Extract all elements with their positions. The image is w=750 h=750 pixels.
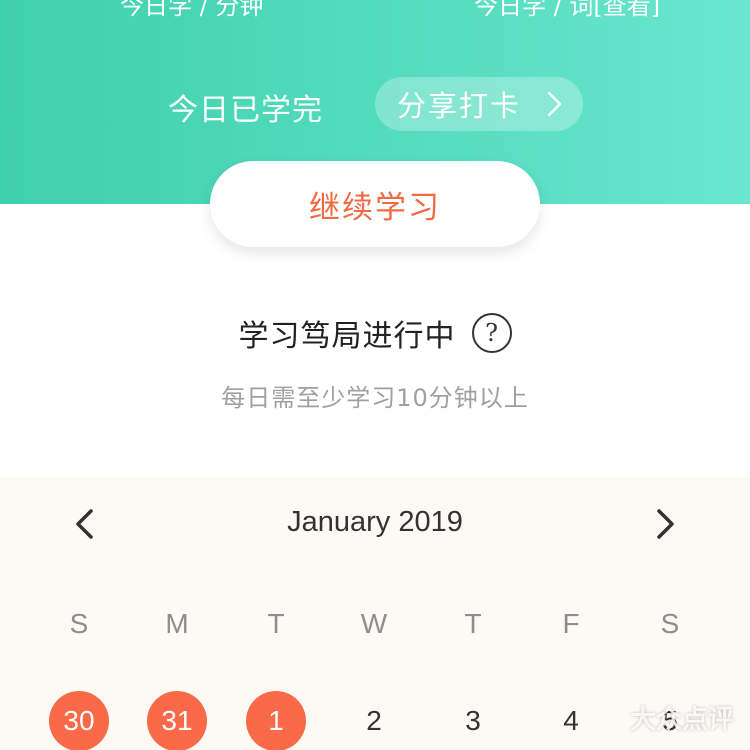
stats-row: 今日学 / 分钟 今日学 / 词[查看] xyxy=(0,0,750,20)
calendar-day[interactable]: 4 xyxy=(541,691,601,750)
chevron-right-icon xyxy=(547,91,562,117)
weekday-label: S xyxy=(69,608,89,639)
weekday-label: F xyxy=(562,608,580,639)
calendar-nav: January 2019 xyxy=(0,502,750,546)
weekday-header-row: S M T W T F S xyxy=(0,594,750,644)
share-checkin-label: 分享打卡 xyxy=(397,89,522,123)
today-words-stat[interactable]: 今日学 / 词[查看] xyxy=(474,0,660,21)
help-icon[interactable]: ? xyxy=(471,313,512,353)
done-row: 今日已学完 分享打卡 xyxy=(0,77,750,131)
streak-status-row: 学习笃局进行中 ? xyxy=(0,310,750,356)
done-label: 今日已学完 xyxy=(168,93,323,128)
continue-learning-button[interactable]: 继续学习 xyxy=(210,161,540,247)
weekday-label: W xyxy=(360,608,388,639)
weekday-label: T xyxy=(267,608,285,639)
today-minutes-stat: 今日学 / 分钟 xyxy=(120,0,264,20)
calendar-day[interactable]: 1 xyxy=(246,691,306,750)
streak-status-title: 学习笃局进行中 xyxy=(238,319,456,354)
calendar-day[interactable]: 3 xyxy=(443,691,503,750)
calendar-day[interactable]: 2 xyxy=(344,691,404,750)
share-checkin-button[interactable]: 分享打卡 xyxy=(375,77,583,131)
calendar-month-label: January 2019 xyxy=(287,506,463,538)
streak-hint: 每日需至少学习10分钟以上 xyxy=(221,384,529,412)
study-page: 今日学 / 分钟 今日学 / 词[查看] 今日已学完 分享打卡 继续学习 学习笃… xyxy=(0,0,750,750)
calendar-day[interactable]: 30 xyxy=(49,691,109,750)
weekday-label: M xyxy=(165,608,189,639)
continue-learning-label: 继续学习 xyxy=(309,189,441,226)
dianping-watermark: 大众点评 xyxy=(629,705,734,735)
calendar-day[interactable]: 31 xyxy=(147,691,207,750)
chevron-right-icon[interactable] xyxy=(645,504,685,544)
weekday-label: T xyxy=(464,608,482,639)
weekday-label: S xyxy=(660,608,680,639)
